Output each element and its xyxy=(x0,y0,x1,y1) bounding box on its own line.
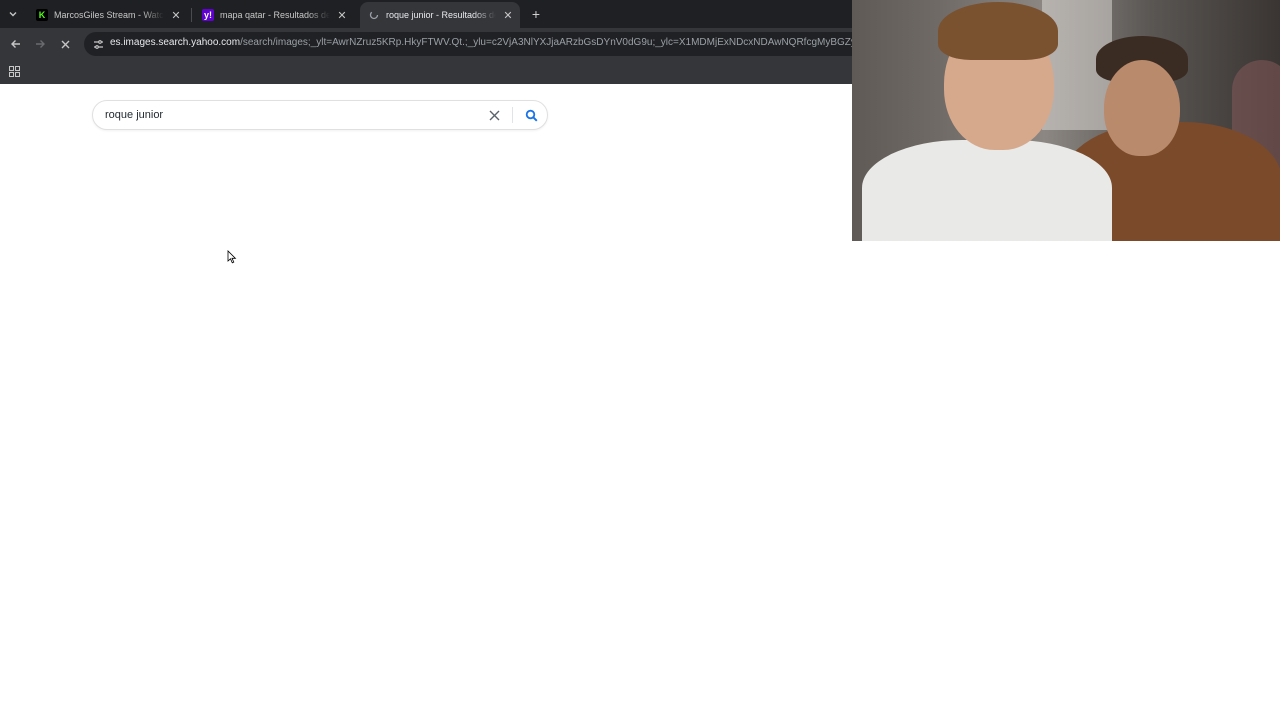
arrow-left-icon xyxy=(11,40,20,48)
browser-chrome: K MarcosGiles Stream - Watch Live ✕ y! m… xyxy=(0,0,852,84)
tab-mapa-qatar[interactable]: y! mapa qatar - Resultados de Yahoo ✕ xyxy=(194,2,354,28)
search-submit-button[interactable] xyxy=(523,107,539,123)
apps-grid-icon[interactable] xyxy=(9,66,20,77)
search-box xyxy=(92,100,548,130)
tab-title: mapa qatar - Resultados de Yahoo xyxy=(220,10,330,20)
webcam-overlay xyxy=(852,0,1280,241)
yahoo-logo-icon: y! xyxy=(202,9,214,21)
loading-icon xyxy=(368,9,380,21)
tab-separator xyxy=(191,8,192,22)
streamer-2-face xyxy=(1104,60,1180,156)
address-bar[interactable]: es.images.search.yahoo.com/search/images… xyxy=(84,32,852,56)
close-icon xyxy=(489,110,499,120)
stop-loading-button[interactable] xyxy=(57,36,73,52)
url-host: es.images.search.yahoo.com xyxy=(110,37,241,48)
chevron-down-icon xyxy=(9,12,17,17)
bookmarks-bar xyxy=(0,60,852,84)
back-button[interactable] xyxy=(8,36,24,52)
close-icon[interactable]: ✕ xyxy=(502,9,514,22)
url-path: /search/images;_ylt=AwrNZruz5KRp.HkyFTWV… xyxy=(240,37,852,48)
mouse-cursor-icon xyxy=(227,250,237,264)
new-tab-button[interactable]: + xyxy=(528,6,544,22)
navigation-toolbar: es.images.search.yahoo.com/search/images… xyxy=(0,28,852,60)
search-divider xyxy=(512,107,513,123)
tab-roque-junior[interactable]: roque junior - Resultados de Yahoo ✕ xyxy=(360,2,520,28)
site-settings-icon[interactable] xyxy=(92,38,104,50)
arrow-right-icon xyxy=(36,40,45,48)
close-icon[interactable]: ✕ xyxy=(336,9,348,22)
tab-search-button[interactable] xyxy=(4,5,22,23)
tab-kick-stream[interactable]: K MarcosGiles Stream - Watch Live ✕ xyxy=(28,2,188,28)
tab-title: roque junior - Resultados de Yahoo xyxy=(386,10,496,20)
close-icon[interactable]: ✕ xyxy=(170,9,182,22)
search-input[interactable] xyxy=(105,107,465,123)
search-icon xyxy=(525,109,538,122)
tab-strip: K MarcosGiles Stream - Watch Live ✕ y! m… xyxy=(0,0,852,28)
streamer-1-body xyxy=(862,140,1112,241)
url-text: es.images.search.yahoo.com/search/images… xyxy=(110,37,852,48)
clear-search-button[interactable] xyxy=(487,108,501,122)
forward-button[interactable] xyxy=(32,36,48,52)
page-content xyxy=(0,84,852,720)
kick-logo-icon: K xyxy=(36,9,48,21)
close-icon xyxy=(61,40,69,48)
tab-title: MarcosGiles Stream - Watch Live xyxy=(54,10,164,20)
streamer-1-hair xyxy=(938,2,1058,60)
